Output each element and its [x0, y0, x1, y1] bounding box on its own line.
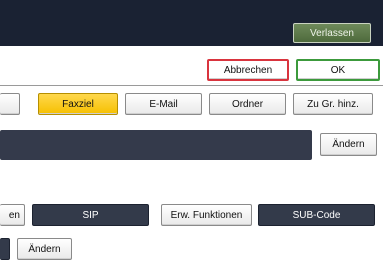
exit-button[interactable]: Verlassen — [293, 23, 371, 43]
extended-functions-button[interactable]: Erw. Funktionen — [161, 204, 252, 226]
tab-add-to-group[interactable]: Zu Gr. hinz. — [293, 93, 373, 115]
option-partial-left[interactable]: en — [0, 204, 25, 226]
tab-folder[interactable]: Ordner — [209, 93, 286, 115]
ok-button[interactable]: OK — [296, 59, 380, 81]
tab-email[interactable]: E-Mail — [125, 93, 202, 115]
destination-change-button[interactable]: Ändern — [320, 133, 377, 156]
cancel-button[interactable]: Abbrechen — [207, 59, 289, 81]
divider — [0, 85, 383, 86]
bottom-change-button[interactable]: Ändern — [17, 238, 72, 260]
destination-field[interactable] — [0, 130, 312, 160]
tab-partial-left[interactable] — [0, 93, 20, 115]
sip-button[interactable]: SIP — [32, 204, 149, 226]
bottom-partial-field[interactable] — [0, 238, 10, 260]
sub-code-button[interactable]: SUB-Code — [258, 204, 375, 226]
tab-fax-destination[interactable]: Faxziel — [38, 93, 118, 115]
